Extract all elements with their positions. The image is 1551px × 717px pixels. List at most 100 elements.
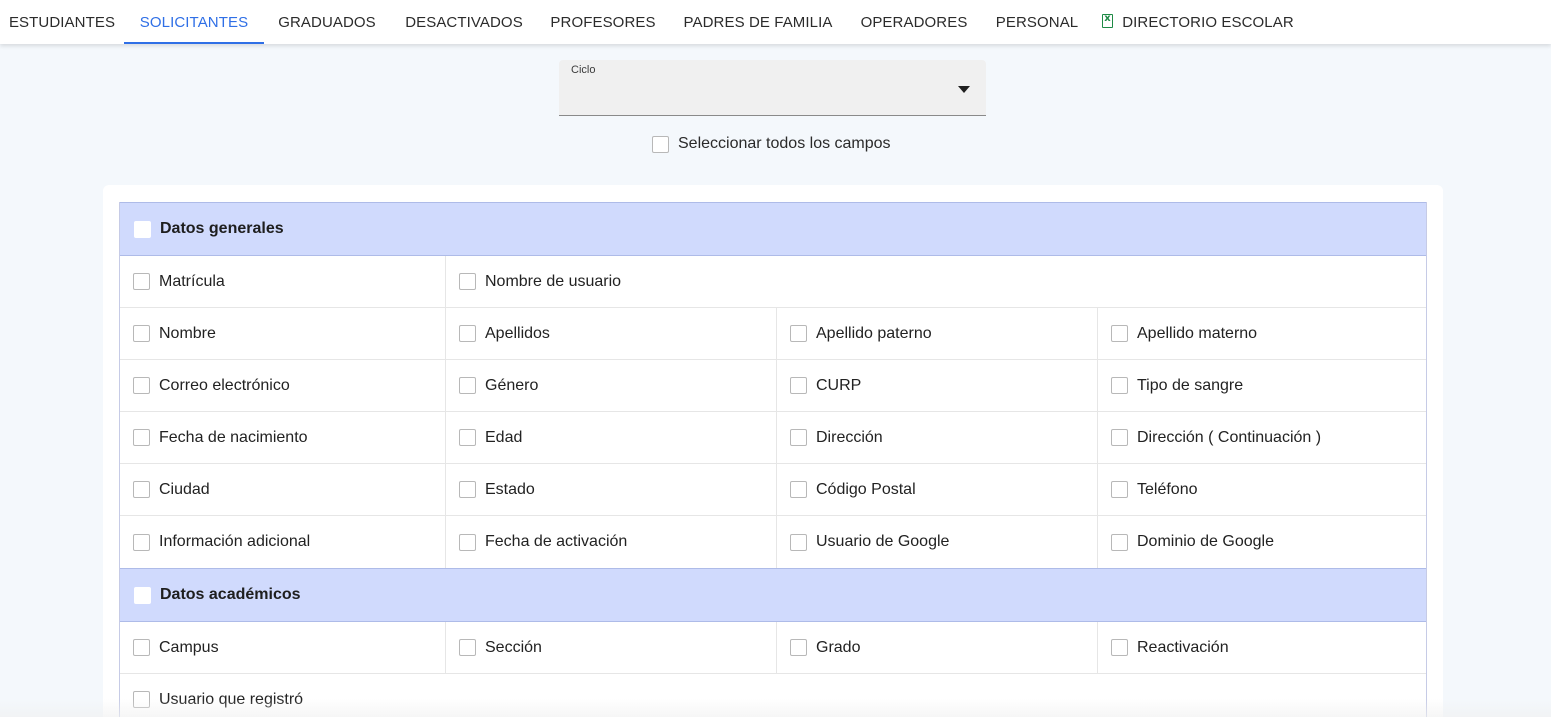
checkbox[interactable] <box>790 481 807 498</box>
field-option[interactable]: Estado <box>446 464 777 515</box>
field-option[interactable]: Correo electrónico <box>120 360 446 411</box>
checkbox[interactable] <box>133 691 150 708</box>
checkbox[interactable] <box>1111 481 1128 498</box>
field-label: Matrícula <box>159 272 225 290</box>
section-title: Datos generales <box>160 220 284 237</box>
tab-graduados[interactable]: GRADUADOS <box>264 0 390 44</box>
field-label: Estado <box>485 480 535 498</box>
field-label: Apellido materno <box>1137 324 1258 342</box>
tab-estudiantes[interactable]: ESTUDIANTES <box>0 0 124 44</box>
field-option[interactable]: Información adicional <box>120 516 446 568</box>
field-label: Apellidos <box>485 324 550 342</box>
checkbox[interactable] <box>459 481 476 498</box>
checkbox[interactable] <box>133 481 150 498</box>
fields-grid: Datos generales Matrícula Nombre de usua… <box>119 202 1427 717</box>
checkbox[interactable] <box>133 533 150 551</box>
tab-label: OPERADORES <box>860 13 968 31</box>
field-option[interactable]: Ciudad <box>120 464 446 515</box>
field-option[interactable]: Apellidos <box>446 308 777 359</box>
field-option[interactable]: CURP <box>777 360 1098 411</box>
field-option[interactable]: Campus <box>120 622 446 673</box>
checkbox[interactable] <box>134 220 151 238</box>
field-option[interactable]: Grado <box>777 622 1098 673</box>
field-option[interactable]: Código Postal <box>777 464 1098 515</box>
checkbox[interactable] <box>133 639 150 656</box>
field-label: Dominio de Google <box>1137 533 1274 550</box>
cycle-select[interactable]: Ciclo <box>559 60 986 116</box>
field-label: Grado <box>816 638 861 656</box>
field-option[interactable]: Teléfono <box>1098 464 1426 515</box>
field-label: Reactivación <box>1137 638 1229 656</box>
tab-label: PADRES DE FAMILIA <box>683 13 833 31</box>
tab-padres-de-familia[interactable]: PADRES DE FAMILIA <box>668 0 848 44</box>
field-option[interactable]: Reactivación <box>1098 622 1426 673</box>
fields-row: Matrícula Nombre de usuario <box>120 256 1426 308</box>
field-option[interactable]: Dirección <box>777 412 1098 463</box>
field-option[interactable]: Usuario de Google <box>777 516 1098 568</box>
fields-row: Fecha de nacimiento Edad Dirección Direc… <box>120 412 1426 464</box>
checkbox[interactable] <box>459 639 476 656</box>
field-label: Apellido paterno <box>816 324 932 342</box>
checkbox[interactable] <box>459 273 476 290</box>
tab-directorio-escolar[interactable]: DIRECTORIO ESCOLAR <box>1094 0 1302 44</box>
checkbox[interactable] <box>134 586 151 604</box>
field-option[interactable]: Fecha de nacimiento <box>120 412 446 463</box>
section-title: Datos académicos <box>160 586 301 603</box>
field-option[interactable]: Usuario que registró <box>120 674 1426 717</box>
fields-row: Correo electrónico Género CURP Tipo de s… <box>120 360 1426 412</box>
field-option[interactable]: Apellido materno <box>1098 308 1426 359</box>
checkbox[interactable] <box>790 639 807 656</box>
field-option[interactable]: Género <box>446 360 777 411</box>
checkbox[interactable] <box>652 135 669 153</box>
fields-row: Información adicional Fecha de activació… <box>120 516 1426 568</box>
field-label: Fecha de activación <box>485 533 628 550</box>
fields-row: Ciudad Estado Código Postal Teléfono <box>120 464 1426 516</box>
checkbox[interactable] <box>1111 429 1128 446</box>
checkbox[interactable] <box>133 377 150 394</box>
field-option[interactable]: Nombre de usuario <box>446 256 1426 307</box>
checkbox[interactable] <box>790 533 807 551</box>
tab-personal[interactable]: PERSONAL <box>980 0 1094 44</box>
checkbox[interactable] <box>133 429 150 446</box>
field-label: Tipo de sangre <box>1137 376 1244 394</box>
checkbox[interactable] <box>1111 639 1128 656</box>
field-option[interactable]: Fecha de activación <box>446 516 777 568</box>
checkbox[interactable] <box>790 325 807 342</box>
fields-row: Nombre Apellidos Apellido paterno Apelli… <box>120 308 1426 360</box>
section-header-datos-academicos[interactable]: Datos académicos <box>120 568 1426 622</box>
field-label: Dirección ( Continuación ) <box>1137 428 1322 446</box>
checkbox[interactable] <box>133 273 150 290</box>
select-all-checkbox[interactable]: Seleccionar todos los campos <box>652 134 891 154</box>
checkbox[interactable] <box>790 377 807 394</box>
excel-file-icon <box>1102 13 1114 28</box>
checkbox[interactable] <box>790 429 807 446</box>
checkbox[interactable] <box>459 533 476 551</box>
checkbox[interactable] <box>459 429 476 446</box>
field-label: Nombre de usuario <box>485 272 622 290</box>
checkbox[interactable] <box>1111 325 1128 342</box>
checkbox[interactable] <box>1111 533 1128 551</box>
tab-label: ESTUDIANTES <box>8 13 116 31</box>
field-label: Género <box>485 376 539 394</box>
section-header-datos-generales[interactable]: Datos generales <box>120 202 1426 256</box>
field-option[interactable]: Dominio de Google <box>1098 516 1426 568</box>
field-option[interactable]: Dirección ( Continuación ) <box>1098 412 1426 463</box>
select-all-label: Seleccionar todos los campos <box>678 135 891 152</box>
field-option[interactable]: Apellido paterno <box>777 308 1098 359</box>
field-option[interactable]: Tipo de sangre <box>1098 360 1426 411</box>
tab-operadores[interactable]: OPERADORES <box>848 0 980 44</box>
field-option[interactable]: Sección <box>446 622 777 673</box>
field-option[interactable]: Edad <box>446 412 777 463</box>
field-label: Ciudad <box>159 480 210 498</box>
checkbox[interactable] <box>133 325 150 342</box>
checkbox[interactable] <box>459 377 476 394</box>
checkbox[interactable] <box>459 325 476 342</box>
tab-solicitantes[interactable]: SOLICITANTES <box>124 0 264 44</box>
checkbox[interactable] <box>1111 377 1128 394</box>
field-label: CURP <box>816 376 862 394</box>
field-option[interactable]: Matrícula <box>120 256 446 307</box>
tab-profesores[interactable]: PROFESORES <box>538 0 668 44</box>
tab-desactivados[interactable]: DESACTIVADOS <box>390 0 538 44</box>
field-label: Correo electrónico <box>159 376 290 394</box>
field-option[interactable]: Nombre <box>120 308 446 359</box>
